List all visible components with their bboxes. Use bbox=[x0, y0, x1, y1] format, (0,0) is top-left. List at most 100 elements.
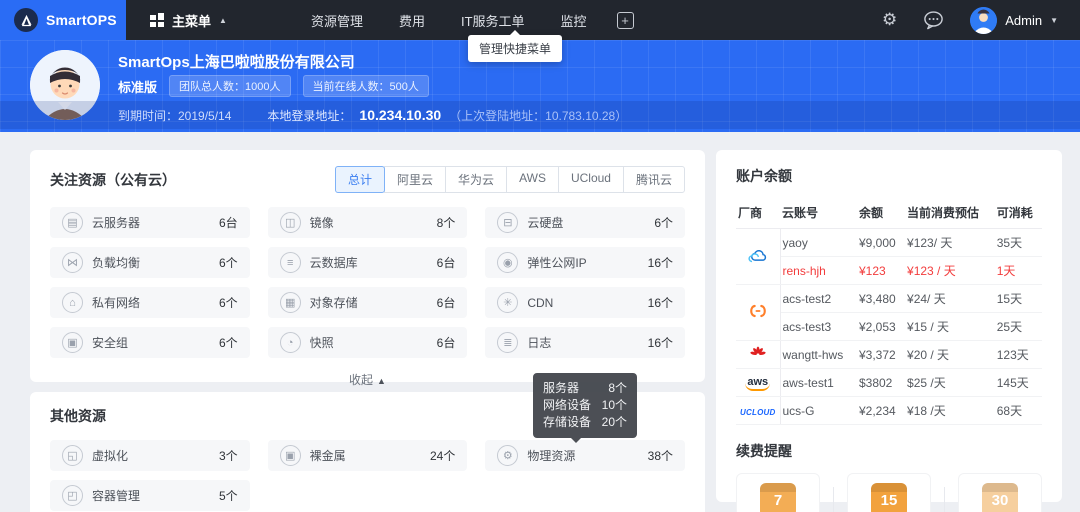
tab-ucloud[interactable]: UCloud bbox=[557, 166, 624, 193]
renewal-card-30days[interactable]: 30 30天内需续费 ¥ 7800.15 bbox=[958, 473, 1042, 512]
followed-resources-title: 关注资源（公有云） bbox=[50, 171, 176, 188]
bare-metal-icon: ▣ bbox=[279, 445, 301, 466]
resource-item-virtualization[interactable]: ◱ 虚拟化 3个 bbox=[50, 440, 250, 471]
table-row[interactable]: aws aws-test1 $3802 $25 /天 145天 bbox=[736, 368, 1042, 397]
table-row[interactable]: wangtt-hws ¥3,372 ¥20 / 天 123天 bbox=[736, 340, 1042, 369]
main-menu-button[interactable]: 主菜单 ▲ bbox=[126, 0, 249, 40]
resource-count: 38个 bbox=[647, 449, 673, 463]
resource-name: 日志 bbox=[527, 336, 552, 350]
resource-item-cloud-disk[interactable]: ⊟ 云硬盘 6个 bbox=[485, 207, 685, 238]
account-cell: acs-test3 bbox=[780, 312, 857, 341]
table-row-alert[interactable]: rens-hjh ¥123 ¥123 / 天 1天 bbox=[736, 256, 1042, 285]
balance-cell: ¥3,480 bbox=[856, 284, 906, 313]
table-row[interactable]: acs-test2 ¥3,480 ¥24/ 天 15天 bbox=[736, 284, 1042, 341]
resource-item-security-group[interactable]: ▣ 安全组 6个 bbox=[50, 327, 250, 358]
balance-cell: $3802 bbox=[856, 368, 906, 397]
login-address-label: 本地登录地址： bbox=[267, 108, 352, 123]
resource-name: 弹性公网IP bbox=[527, 256, 587, 270]
chat-icon[interactable] bbox=[923, 10, 944, 30]
elastic-ip-icon: ◉ bbox=[497, 252, 519, 273]
resource-item-object-storage[interactable]: ▦ 对象存储 6台 bbox=[267, 287, 468, 318]
private-network-icon: ⌂ bbox=[62, 292, 83, 313]
logo-text: SmartOPS bbox=[46, 12, 117, 28]
resource-count: 6台 bbox=[436, 336, 456, 350]
resource-item-cloud-database[interactable]: ≡ 云数据库 6台 bbox=[267, 247, 468, 278]
aws-icon: aws bbox=[736, 368, 781, 397]
resource-count: 6台 bbox=[436, 256, 456, 270]
resource-item-image[interactable]: ◫ 镜像 8个 bbox=[267, 207, 468, 238]
ucloud-logo-text: UCLOUD bbox=[740, 407, 776, 417]
renewal-card-15days[interactable]: 15 15天内需续费 ¥ 4500.15 bbox=[847, 473, 931, 512]
divider bbox=[833, 487, 834, 512]
resource-item-physical[interactable]: ⚙ 物理资源 38个 bbox=[485, 440, 685, 471]
resource-item-cloud-server[interactable]: ▤ 云服务器 6台 bbox=[50, 207, 250, 238]
company-name: SmartOps上海巴啦啦股份有限公司 bbox=[118, 54, 355, 71]
resource-count: 5个 bbox=[218, 489, 238, 503]
grid-icon bbox=[150, 13, 164, 27]
renewal-reminder-title: 续费提醒 bbox=[736, 443, 792, 459]
add-quick-menu-button[interactable]: + bbox=[616, 11, 634, 29]
gear-icon[interactable]: ⚙ bbox=[882, 10, 897, 30]
resource-item-container[interactable]: ◰ 容器管理 5个 bbox=[50, 480, 250, 511]
tab-huawei[interactable]: 华为云 bbox=[445, 166, 508, 193]
daily-cell: ¥18 /天 bbox=[905, 396, 995, 425]
cdn-icon: ✳ bbox=[497, 292, 519, 313]
renewal-card-7days[interactable]: 7 7天内需续费 ¥ 2100.15 bbox=[736, 473, 820, 512]
ucloud-icon: UCLOUD bbox=[736, 396, 781, 425]
remain-cell: 25天 bbox=[994, 312, 1042, 341]
tooltip-server-count: 8个 bbox=[608, 381, 627, 395]
table-row[interactable]: UCLOUD ucs-G ¥2,234 ¥18 /天 68天 bbox=[736, 396, 1042, 425]
logo[interactable]: SmartOPS bbox=[0, 0, 126, 40]
col-daily-estimate: 当前消费预估 bbox=[905, 198, 995, 229]
database-icon: ≡ bbox=[279, 252, 301, 273]
resource-item-snapshot[interactable]: ◔ 快照 6台 bbox=[267, 327, 468, 358]
nav-item-billing[interactable]: 费用 bbox=[399, 11, 425, 30]
resource-count: 6个 bbox=[218, 296, 238, 310]
resource-count: 3个 bbox=[218, 449, 238, 463]
admin-name: Admin bbox=[1005, 12, 1043, 28]
followed-resources-card: 关注资源（公有云） 总计 阿里云 华为云 AWS UCloud 腾讯云 ▤ 云服务… bbox=[30, 150, 705, 387]
tooltip-network-label: 网络设备 bbox=[543, 398, 592, 412]
daily-cell: ¥123/ 天 bbox=[905, 228, 995, 257]
renewal-cards: 7 7天内需续费 ¥ 2100.15 15 15天内需续费 ¥ 4500.15 … bbox=[736, 473, 1042, 512]
nav-right: ⚙ Admin ▼ bbox=[882, 0, 1080, 40]
resource-name: 私有网络 bbox=[92, 296, 141, 310]
resource-item-cdn[interactable]: ✳ CDN 16个 bbox=[485, 287, 685, 318]
resource-item-elastic-ip[interactable]: ◉ 弹性公网IP 16个 bbox=[485, 247, 685, 278]
resource-item-bare-metal[interactable]: ▣ 裸金属 24个 bbox=[267, 440, 468, 471]
tooltip-network-count: 10个 bbox=[601, 398, 627, 412]
tab-tencent[interactable]: 腾讯云 bbox=[622, 166, 685, 193]
calendar-7-icon: 7 bbox=[760, 483, 796, 512]
balance-cell: ¥123 bbox=[856, 256, 906, 285]
resource-item-load-balancer[interactable]: ⋈ 负载均衡 6个 bbox=[50, 247, 250, 278]
tab-aws[interactable]: AWS bbox=[506, 166, 559, 193]
account-cell: rens-hjh bbox=[780, 256, 857, 285]
menu-caret-icon: ▲ bbox=[219, 15, 227, 25]
resource-name: CDN bbox=[527, 295, 554, 310]
nav-item-tickets[interactable]: IT服务工单 bbox=[461, 11, 525, 30]
daily-cell: ¥15 / 天 bbox=[905, 312, 995, 341]
nav-items: 资源管理 费用 IT服务工单 监控 + bbox=[311, 0, 634, 40]
nav-item-monitoring[interactable]: 监控 bbox=[561, 11, 587, 30]
resource-item-private-network[interactable]: ⌂ 私有网络 6个 bbox=[50, 287, 250, 318]
login-ip: 10.234.10.30 bbox=[359, 107, 442, 123]
remain-cell: 35天 bbox=[994, 228, 1042, 257]
resource-count: 16个 bbox=[647, 256, 673, 270]
collapse-caret-icon: ▲ bbox=[377, 376, 386, 386]
daily-cell: ¥24/ 天 bbox=[905, 284, 995, 313]
tab-aliyun[interactable]: 阿里云 bbox=[384, 166, 447, 193]
account-balance-title: 账户余额 bbox=[736, 168, 792, 184]
balance-cell: ¥2,053 bbox=[856, 312, 906, 341]
table-row[interactable]: yaoy ¥9,000 ¥123/ 天 35天 bbox=[736, 228, 1042, 285]
smartops-logo-icon bbox=[14, 8, 38, 32]
resource-grid: ▤ 云服务器 6台 ◫ 镜像 8个 ⊟ 云硬盘 6个 ⋈ 负载均衡 6个 ≡ 云数据库 6台 ◉ 弹性… bbox=[50, 207, 685, 358]
team-size-badge: 团队总人数：1000人 bbox=[169, 75, 291, 97]
resource-count: 8个 bbox=[436, 216, 456, 230]
table-row[interactable]: acs-test3 ¥2,053 ¥15 / 天 25天 bbox=[736, 312, 1042, 341]
nav-item-resources[interactable]: 资源管理 bbox=[311, 11, 363, 30]
tab-total[interactable]: 总计 bbox=[335, 166, 386, 193]
expire-date: 到期时间：2019/5/14 bbox=[118, 108, 232, 123]
admin-menu[interactable]: Admin ▼ bbox=[970, 6, 1058, 34]
load-balancer-icon: ⋈ bbox=[62, 252, 83, 273]
resource-item-log[interactable]: ≣ 日志 16个 bbox=[485, 327, 685, 358]
